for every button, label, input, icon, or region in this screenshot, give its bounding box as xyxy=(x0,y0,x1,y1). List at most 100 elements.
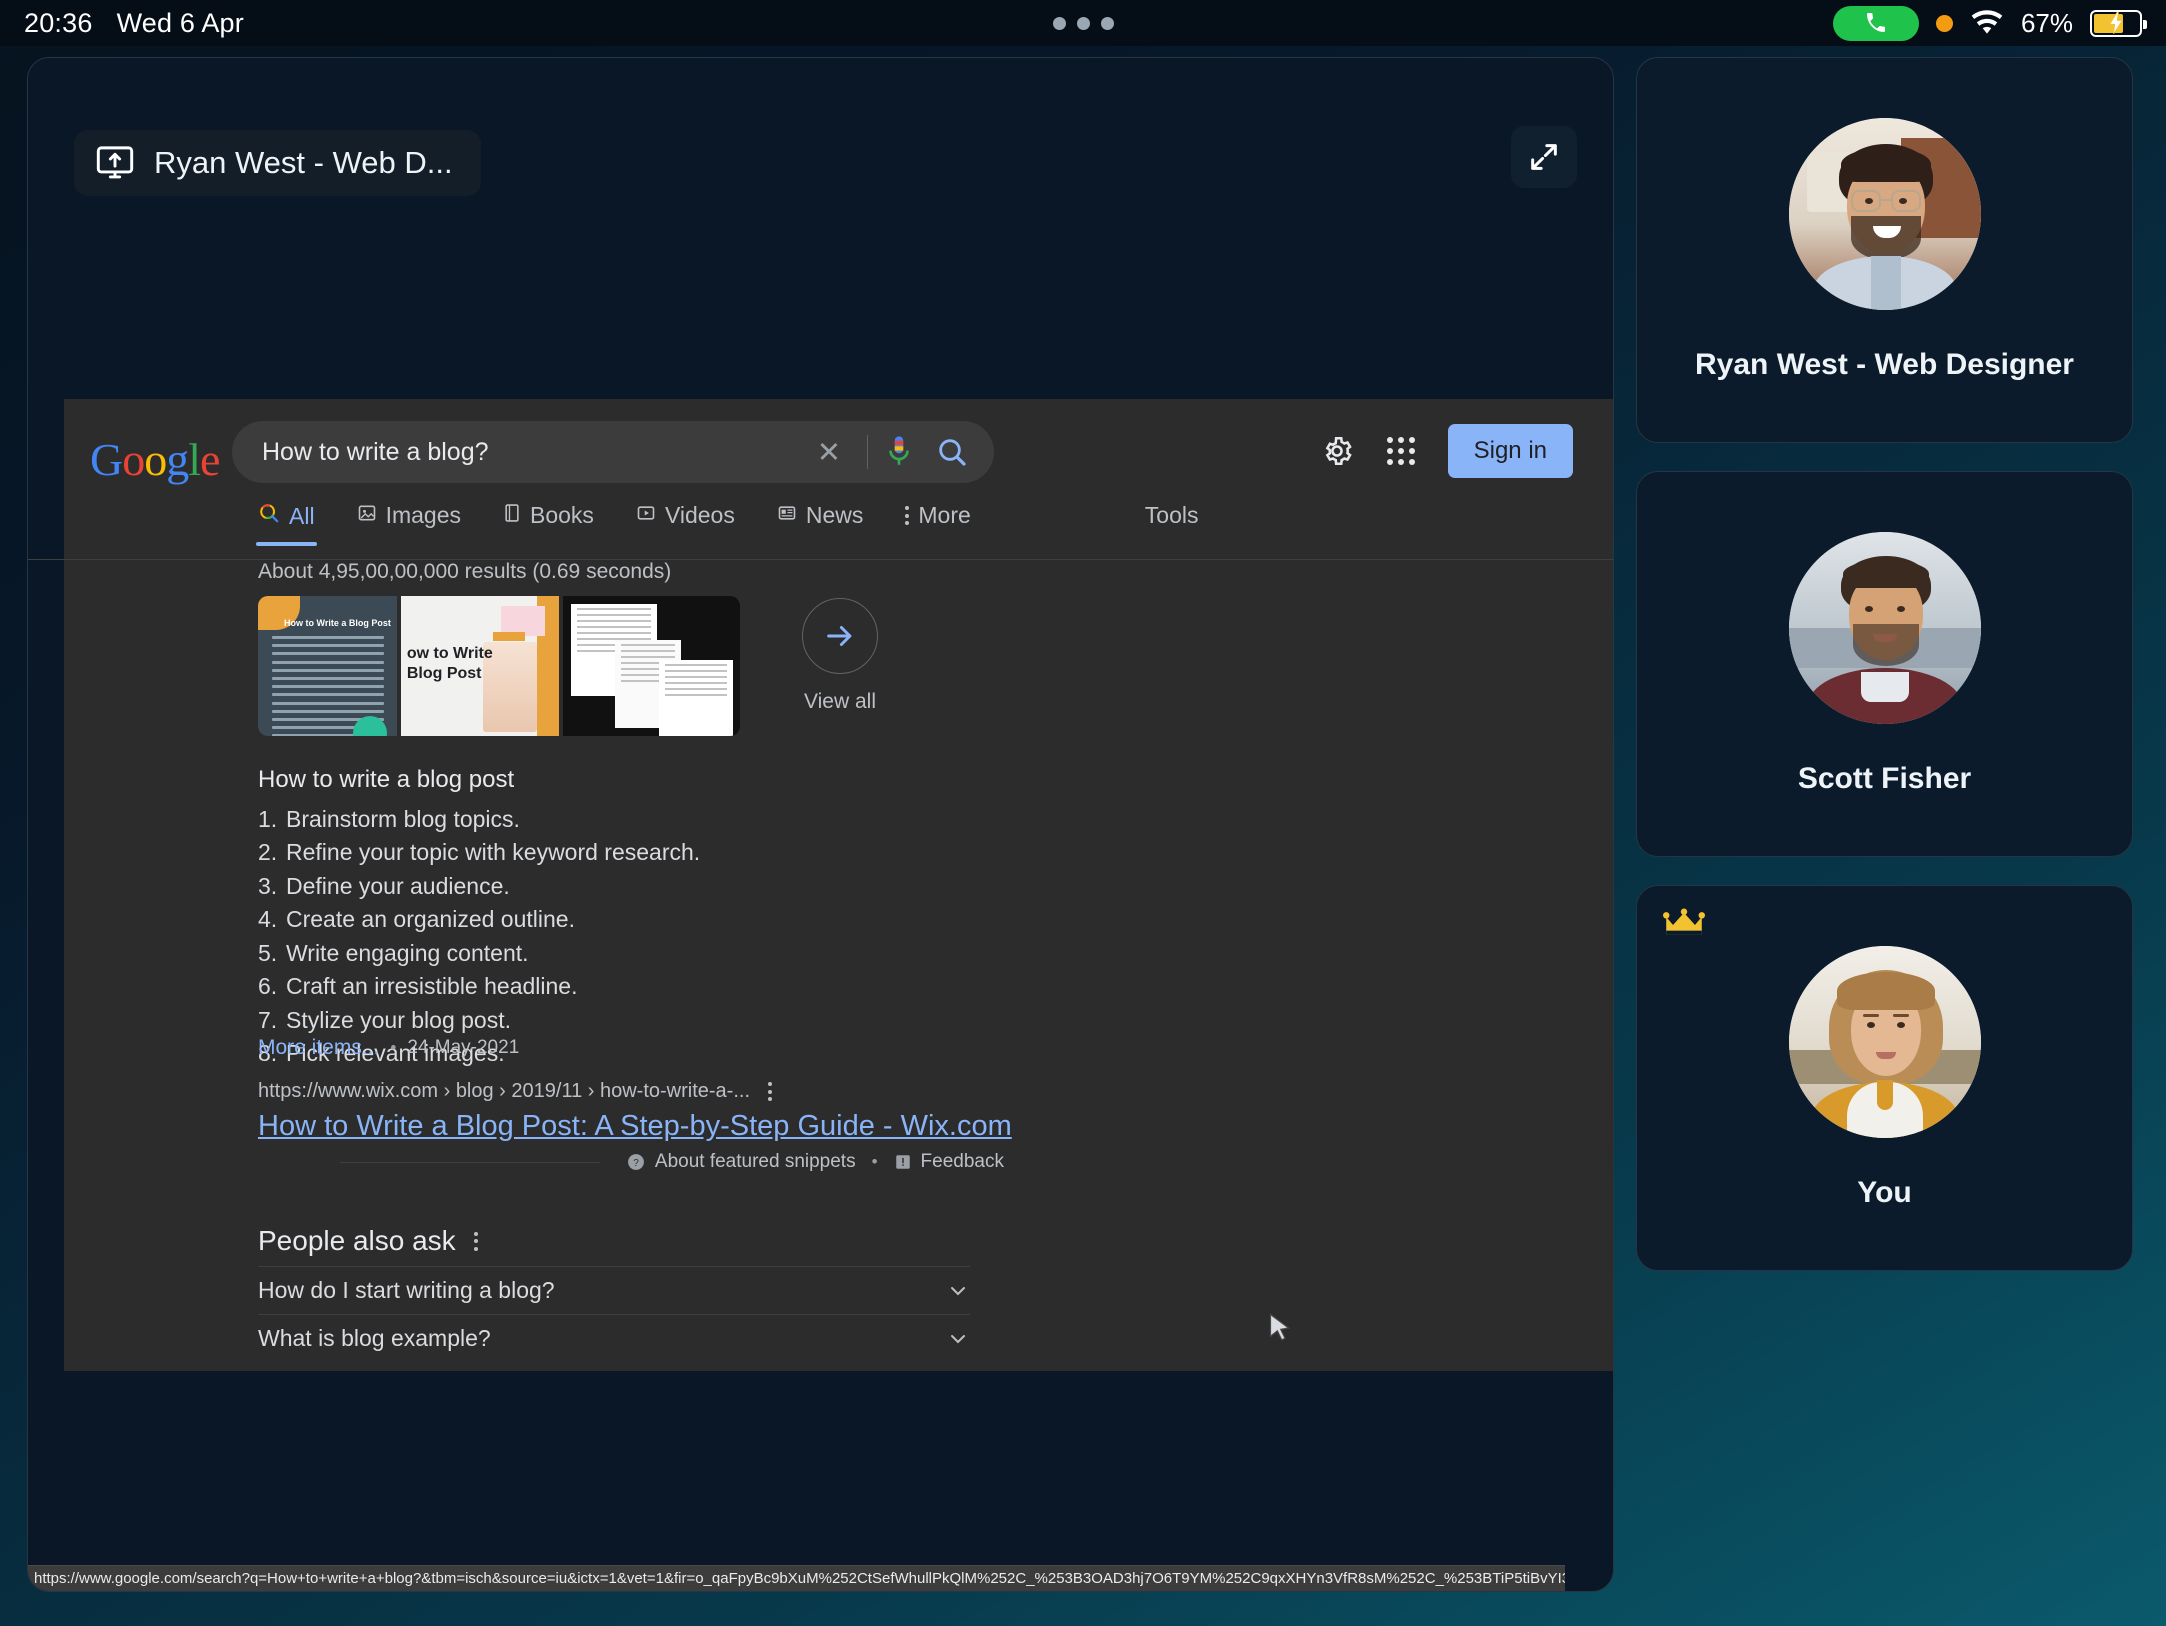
tab-more-label: More xyxy=(918,502,971,528)
battery-charging-icon xyxy=(2090,9,2147,37)
google-apps-grid-icon[interactable] xyxy=(1384,434,1418,468)
tab-news-label: News xyxy=(805,502,864,528)
thumb-button-shape xyxy=(493,632,526,641)
carousel-thumbnail[interactable] xyxy=(563,596,740,736)
paa-question: What is blog example? xyxy=(258,1325,491,1351)
paa-question: How do I start writing a blog? xyxy=(258,1277,555,1303)
svg-text:?: ? xyxy=(633,1158,639,1169)
image-icon xyxy=(357,502,377,529)
list-item: 2. Refine your topic with keyword researc… xyxy=(258,839,701,865)
list-item: 3. Define your audience. xyxy=(258,872,510,899)
battery-percentage: 67% xyxy=(2020,7,2073,38)
share-window-header: Ryan West - Web D... xyxy=(28,58,1613,248)
about-snippets-label: About featured snippets xyxy=(654,1151,856,1172)
status-bar-right: 67% xyxy=(1832,5,2147,41)
featured-snippet-steps: 1. Brainstorm blog topics. 2. Refine your … xyxy=(258,802,700,1070)
about-featured-snippets-link[interactable]: ? About featured snippets xyxy=(626,1151,856,1173)
meta-divider xyxy=(339,1161,600,1163)
gear-icon[interactable] xyxy=(1320,434,1354,468)
phone-icon xyxy=(1866,13,1885,32)
list-item: 6. Craft an irresistible headline. xyxy=(258,973,578,999)
thumb-doc-3 xyxy=(659,660,734,736)
participants-sidebar: Ryan West - Web Designer Scott Fisher Yo… xyxy=(1636,57,2133,1271)
status-bar: 20:36 Wed 6 Apr 67% xyxy=(0,0,2166,46)
avatar-beard xyxy=(1852,624,1919,666)
search-input-value: How to write a blog? xyxy=(262,437,489,466)
dot-2 xyxy=(1076,16,1090,30)
participant-name: You xyxy=(1857,1176,1912,1209)
thumb-caption: ow to Write Blog Post xyxy=(406,645,493,682)
avatar-glasses xyxy=(1850,190,1921,212)
tools-button[interactable]: Tools xyxy=(1145,502,1199,529)
people-also-ask-list: How do I start writing a blog? What is b… xyxy=(258,1266,970,1362)
google-logo: Google xyxy=(90,434,220,485)
list-item: 4. Create an organized outline. xyxy=(258,906,575,932)
carousel-thumbnail[interactable]: How to Write a Blog Post xyxy=(258,596,397,736)
tab-all-label: All xyxy=(289,502,315,529)
book-icon xyxy=(503,502,521,529)
list-item: 7. Stylize your blog post. xyxy=(258,1006,512,1033)
clock-date: Wed 6 Apr xyxy=(116,7,244,38)
results-stats: About 4,95,00,00,000 results (0.69 secon… xyxy=(258,560,672,583)
participant-card-you[interactable]: You xyxy=(1636,885,2133,1271)
view-all-label: View all xyxy=(804,690,876,713)
kebab-menu-icon xyxy=(905,506,910,525)
kebab-menu-icon[interactable] xyxy=(768,1082,773,1101)
tab-videos[interactable]: Videos xyxy=(636,502,735,541)
result-breadcrumb: https://www.wix.com › blog › 2019/11 › h… xyxy=(258,1080,751,1102)
sign-in-button[interactable]: Sign in xyxy=(1447,424,1573,478)
list-item: 5. Write engaging content. xyxy=(258,939,529,966)
tab-images[interactable]: Images xyxy=(357,502,461,541)
active-call-pill[interactable] xyxy=(1832,5,1919,41)
result-url-row: https://www.wix.com › blog › 2019/11 › h… xyxy=(258,1080,773,1103)
snippet-meta-row: ? About featured snippets • Feedback xyxy=(314,1151,1004,1173)
result-title-link[interactable]: How to Write a Blog Post: A Step-by-Step… xyxy=(258,1110,1012,1143)
participant-name: Scott Fisher xyxy=(1797,762,1972,795)
carousel-thumbnail[interactable]: ow to Write Blog Post xyxy=(400,596,560,736)
view-all-images-button[interactable]: View all xyxy=(790,598,890,714)
tab-more[interactable]: More xyxy=(905,502,971,541)
help-circle-icon: ? xyxy=(627,1154,644,1170)
kebab-menu-icon[interactable] xyxy=(473,1231,478,1251)
clear-search-button[interactable]: ✕ xyxy=(807,435,851,470)
browser-status-url: https://www.google.com/search?q=How+to+w… xyxy=(28,1565,1565,1591)
search-input[interactable]: How to write a blog? ✕ xyxy=(232,421,994,483)
avatar xyxy=(1788,946,1981,1138)
expand-fullscreen-button[interactable] xyxy=(1511,126,1577,188)
expand-fullscreen-icon xyxy=(1531,144,1557,170)
image-carousel[interactable]: How to Write a Blog Post ow to Write Blog… xyxy=(258,596,740,736)
search-divider xyxy=(867,435,868,469)
orange-status-dot xyxy=(1935,14,1953,32)
share-title-chip[interactable]: Ryan West - Web D... xyxy=(74,130,481,196)
more-items-link[interactable]: More items... xyxy=(258,1036,379,1060)
news-icon xyxy=(777,502,797,529)
more-items-row: More items... • 24-May-2021 xyxy=(258,1036,519,1060)
feedback-flag-icon xyxy=(895,1155,910,1169)
tab-images-label: Images xyxy=(385,502,461,528)
list-item[interactable]: How do I start writing a blog? xyxy=(258,1266,970,1314)
chevron-down-icon xyxy=(951,1286,965,1295)
tab-news[interactable]: News xyxy=(777,502,864,541)
google-header-actions: Sign in xyxy=(1320,424,1573,478)
search-submit-icon[interactable] xyxy=(936,436,968,468)
clock-time: 20:36 xyxy=(24,7,93,38)
tab-books[interactable]: Books xyxy=(503,502,594,541)
avatar xyxy=(1788,118,1981,310)
thumb-caption: How to Write a Blog Post xyxy=(284,618,391,628)
feedback-link[interactable]: Feedback xyxy=(894,1151,1004,1173)
screen-share-icon xyxy=(96,146,134,180)
people-also-ask-title: People also ask xyxy=(258,1225,456,1256)
participant-card-ryan-west[interactable]: Ryan West - Web Designer xyxy=(1636,57,2133,443)
tab-all[interactable]: All xyxy=(256,502,317,546)
screen-share-window: Ryan West - Web D... Google How to write… xyxy=(27,57,1614,1592)
dot-1 xyxy=(1052,16,1066,30)
microphone-icon[interactable] xyxy=(884,435,914,469)
list-item[interactable]: What is blog example? xyxy=(258,1314,970,1362)
status-bar-left: 20:36 Wed 6 Apr xyxy=(24,8,244,39)
wifi-icon xyxy=(1971,10,2003,34)
participant-card-scott-fisher[interactable]: Scott Fisher xyxy=(1636,471,2133,857)
google-nav-tabs: All Images Books Videos News More Tools xyxy=(28,502,1613,559)
dot-3 xyxy=(1100,16,1114,30)
separator-dot: • xyxy=(871,1152,878,1171)
crown-icon xyxy=(1663,908,1705,947)
